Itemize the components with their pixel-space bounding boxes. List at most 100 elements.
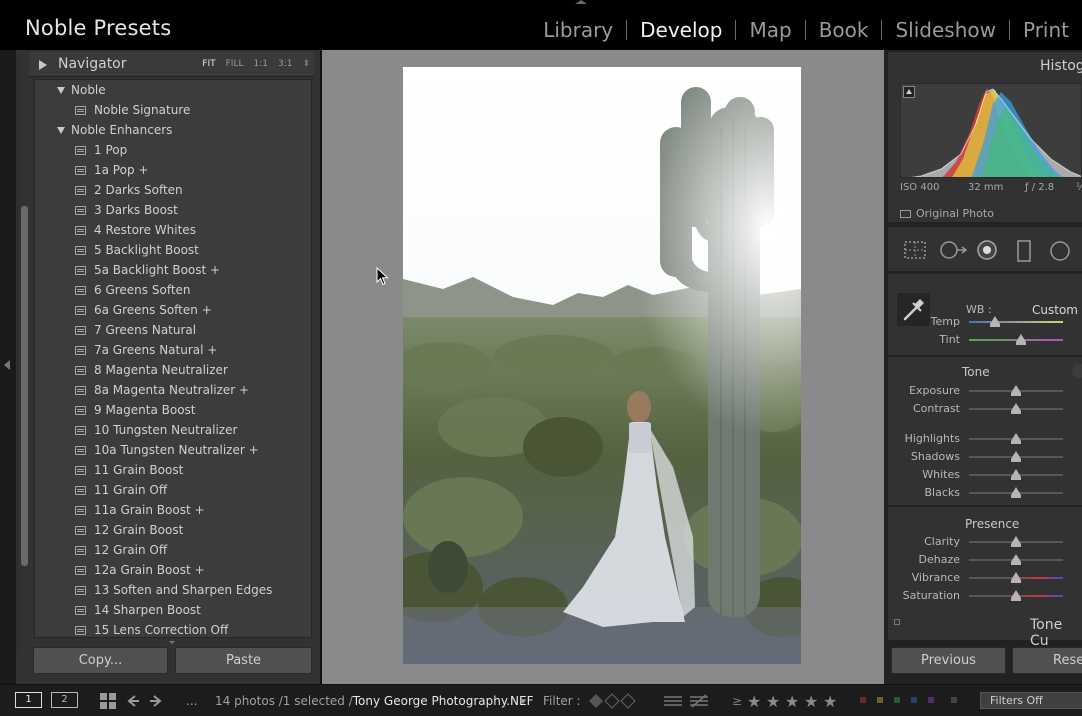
contrast-slider-thumb[interactable]	[1011, 403, 1021, 414]
saturation-slider[interactable]	[969, 590, 1063, 601]
star-2-icon[interactable]: ★	[766, 692, 780, 711]
blacks-slider[interactable]	[969, 487, 1063, 498]
clarity-slider[interactable]	[969, 536, 1063, 547]
paste-settings-button[interactable]: Paste	[175, 647, 312, 674]
preset-item[interactable]: 13 Soften and Sharpen Edges	[35, 581, 311, 601]
preset-item[interactable]: 15 Lens Correction Off	[35, 621, 311, 637]
tint-slider[interactable]	[969, 334, 1063, 345]
secondary-window-button[interactable]: 2	[51, 692, 78, 708]
exposure-slider[interactable]	[969, 385, 1063, 396]
contrast-slider[interactable]	[969, 403, 1063, 414]
main-window-button[interactable]: 1	[15, 692, 42, 708]
preset-item[interactable]: 11a Grain Boost +	[35, 501, 311, 521]
preset-item[interactable]: 14 Sharpen Boost	[35, 601, 311, 621]
blue-label-filter-icon[interactable]	[911, 697, 917, 703]
module-map[interactable]: Map	[736, 16, 804, 44]
shadow-clipping-warning-icon[interactable]	[903, 86, 915, 98]
preset-item[interactable]: 2 Darks Soften	[35, 181, 311, 201]
highlights-slider[interactable]	[969, 433, 1063, 444]
source-dropdown-icon[interactable]	[520, 700, 526, 704]
panel-switch-icon[interactable]	[894, 619, 900, 625]
blacks-slider-thumb[interactable]	[1011, 487, 1021, 498]
photo-preview[interactable]	[403, 67, 801, 664]
module-develop[interactable]: Develop	[627, 16, 735, 44]
copy-settings-button[interactable]: Copy...	[33, 647, 168, 674]
star-4-icon[interactable]: ★	[804, 692, 818, 711]
temp-slider-thumb[interactable]	[990, 316, 1000, 327]
preset-item[interactable]: 12 Grain Boost	[35, 521, 311, 541]
preset-item[interactable]: 8a Magenta Neutralizer +	[35, 381, 311, 401]
disclosure-triangle-icon[interactable]	[57, 127, 65, 134]
arrow-right-icon[interactable]	[149, 694, 163, 708]
preset-item[interactable]: 12a Grain Boost +	[35, 561, 311, 581]
shadows-slider-thumb[interactable]	[1011, 451, 1021, 462]
original-photo-toggle[interactable]: Original Photo	[900, 207, 994, 220]
vibrance-slider[interactable]	[969, 572, 1063, 583]
preset-folder[interactable]: Noble	[35, 81, 311, 101]
previous-button[interactable]: Previous	[891, 647, 1006, 674]
preset-item[interactable]: 10a Tungsten Neutralizer +	[35, 441, 311, 461]
preset-item[interactable]: 5 Backlight Boost	[35, 241, 311, 261]
auto-tone-button[interactable]	[1072, 364, 1082, 378]
highlights-slider-thumb[interactable]	[1011, 433, 1021, 444]
star-1-icon[interactable]: ★	[747, 692, 761, 711]
preset-item[interactable]: 7a Greens Natural +	[35, 341, 311, 361]
red-eye-correction-icon[interactable]	[976, 240, 998, 260]
preset-item[interactable]: 3 Darks Boost	[35, 201, 311, 221]
preset-item[interactable]: 4 Restore Whites	[35, 221, 311, 241]
rating-operator[interactable]: ≥	[732, 694, 742, 708]
no-label-filter-icon[interactable]	[951, 697, 957, 703]
grid-view-icon[interactable]	[100, 693, 116, 709]
zoom-stepper-icon[interactable]: ⬍	[302, 59, 310, 69]
photo-canvas[interactable]	[320, 50, 884, 684]
red-label-filter-icon[interactable]	[860, 697, 866, 703]
presets-scrollbar-track[interactable]	[17, 54, 28, 654]
flag-filters-icon[interactable]	[588, 693, 640, 709]
left-panel-toggle[interactable]	[0, 50, 16, 684]
spot-removal-icon[interactable]	[938, 240, 968, 260]
preset-item[interactable]: 11 Grain Boost	[35, 461, 311, 481]
zoom-fill[interactable]: FILL	[226, 59, 244, 69]
filter-presets-dropdown[interactable]: Filters Off	[980, 692, 1082, 709]
preset-item[interactable]: 6 Greens Soften	[35, 281, 311, 301]
clarity-slider-thumb[interactable]	[1011, 536, 1021, 547]
exposure-slider-thumb[interactable]	[1011, 385, 1021, 396]
tone-curve-header[interactable]: Tone Cu	[888, 612, 1082, 649]
preset-item[interactable]: 8 Magenta Neutralizer	[35, 361, 311, 381]
histogram-graph[interactable]	[900, 83, 1082, 178]
whites-slider-thumb[interactable]	[1011, 469, 1021, 480]
whites-slider[interactable]	[969, 469, 1063, 480]
preset-item[interactable]: 5a Backlight Boost +	[35, 261, 311, 281]
yellow-label-filter-icon[interactable]	[877, 697, 883, 703]
wb-preset-dropdown[interactable]: Custom	[1032, 303, 1078, 317]
preset-item[interactable]: 12 Grain Off	[35, 541, 311, 561]
preset-item[interactable]: 1 Pop	[35, 141, 311, 161]
module-print[interactable]: Print	[1010, 16, 1082, 44]
purple-label-filter-icon[interactable]	[928, 697, 934, 703]
zoom-1-1[interactable]: 1:1	[253, 59, 267, 69]
crop-overlay-icon[interactable]	[902, 240, 928, 260]
dehaze-slider-thumb[interactable]	[1011, 554, 1021, 565]
navigator-header[interactable]: Navigator FIT FILL 1:1 3:1 ⬍	[29, 52, 314, 77]
zoom-fit[interactable]: FIT	[202, 59, 215, 69]
source-ellipsis[interactable]: ...	[186, 694, 197, 708]
disclosure-triangle-icon[interactable]	[57, 87, 65, 94]
arrow-left-icon[interactable]	[126, 694, 140, 708]
expand-triangle-icon[interactable]	[39, 60, 47, 70]
graduated-filter-icon[interactable]	[1016, 240, 1032, 262]
radial-filter-icon[interactable]	[1049, 240, 1071, 262]
tint-slider-thumb[interactable]	[1016, 334, 1026, 345]
temp-slider[interactable]	[969, 316, 1063, 327]
preset-item[interactable]: Noble Signature	[35, 101, 311, 121]
star-3-icon[interactable]: ★	[785, 692, 799, 711]
preset-item[interactable]: 9 Magenta Boost	[35, 401, 311, 421]
star-5-icon[interactable]: ★	[823, 692, 837, 711]
zoom-3-1[interactable]: 3:1	[278, 59, 292, 69]
dehaze-slider[interactable]	[969, 554, 1063, 565]
preset-item[interactable]: 11 Grain Off	[35, 481, 311, 501]
photo-count[interactable]: 14 photos /1 selected /Tony George Photo…	[215, 694, 534, 708]
preset-item[interactable]: 7 Greens Natural	[35, 321, 311, 341]
preset-item[interactable]: 1a Pop +	[35, 161, 311, 181]
module-book[interactable]: Book	[806, 16, 882, 44]
preset-folder[interactable]: Noble Enhancers	[35, 121, 311, 141]
